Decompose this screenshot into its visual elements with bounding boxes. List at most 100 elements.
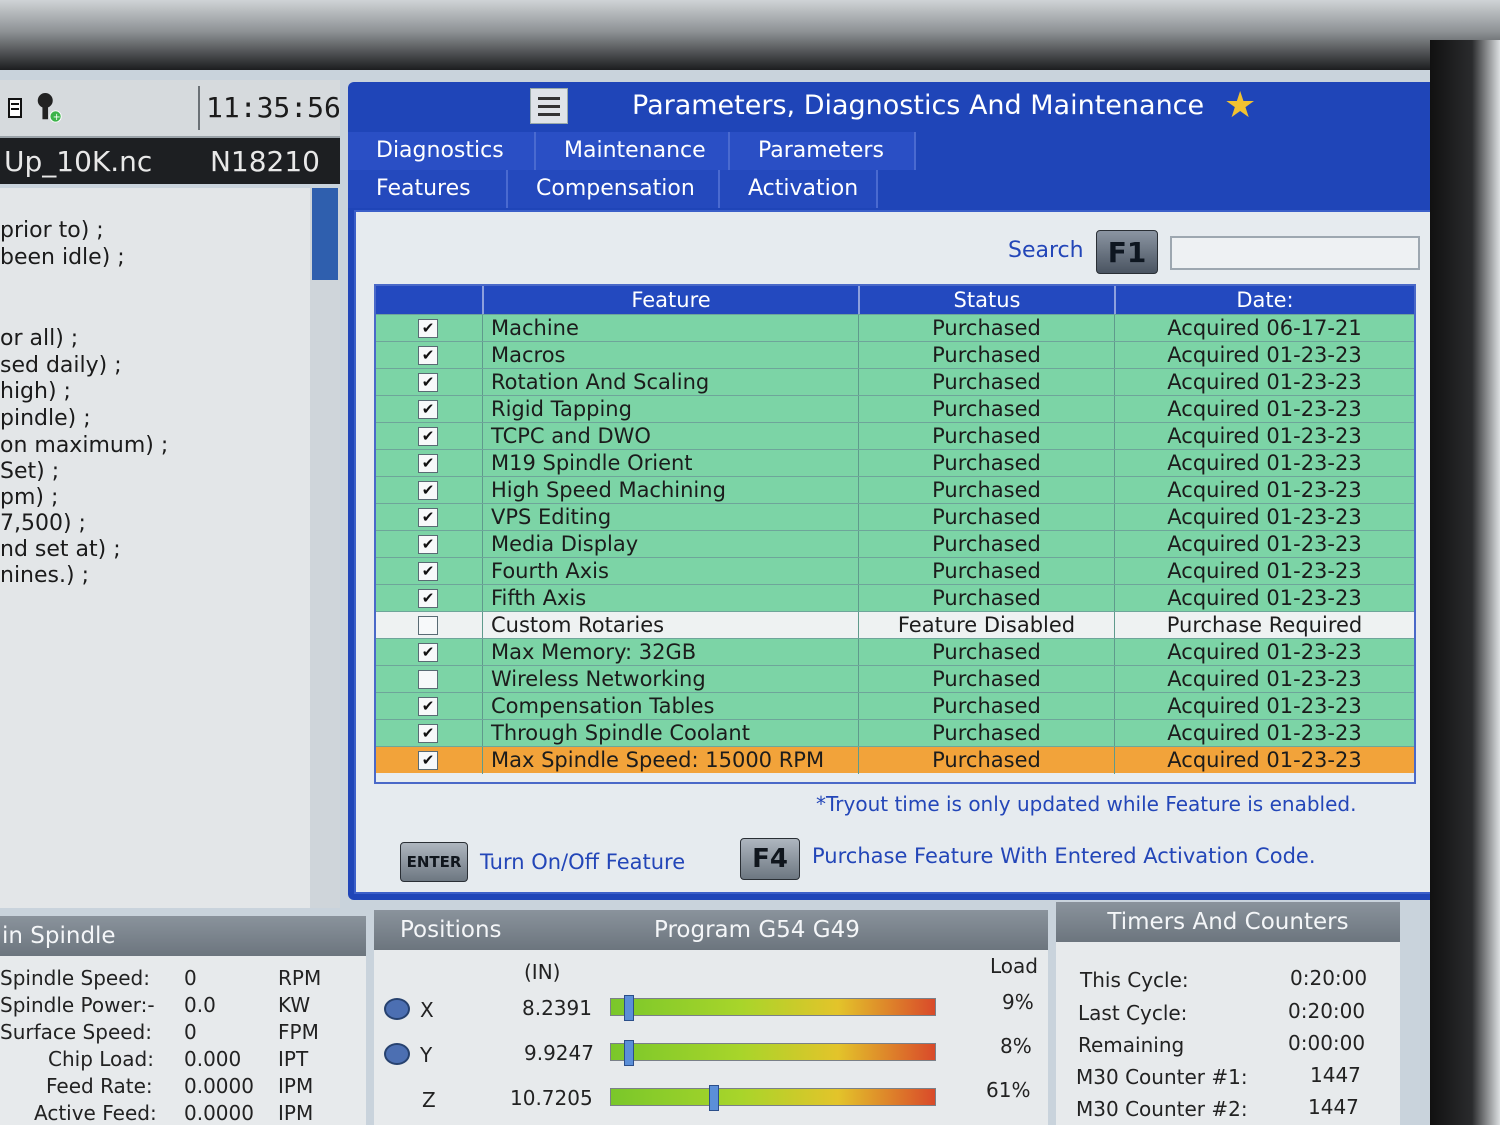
parameters-dialog: Parameters, Diagnostics And Maintenance … [348, 82, 1443, 900]
feature-status: Purchased [858, 585, 1114, 612]
feature-checkbox[interactable]: ✔ [418, 508, 438, 527]
feature-status: Purchased [858, 504, 1114, 531]
search-input[interactable] [1170, 236, 1420, 270]
feature-checkbox[interactable]: ✔ [418, 427, 438, 446]
table-row[interactable]: ✔ Machine Purchased Acquired 06-17-21 [376, 314, 1414, 342]
code-scrollbar[interactable] [310, 188, 340, 908]
menu-icon[interactable] [530, 88, 568, 124]
feature-name: Machine [482, 315, 858, 342]
this-cycle-label: This Cycle: [1080, 968, 1189, 992]
x-axis-load-bar [610, 995, 936, 1021]
y-axis-load-bar [610, 1040, 936, 1066]
feature-checkbox[interactable]: ✔ [418, 454, 438, 473]
program-bar: Up_10K.nc N18210 [0, 138, 340, 184]
table-row[interactable]: ✔ High Speed Machining Purchased Acquired 0… [376, 476, 1414, 504]
table-row[interactable]: ✔ Media Display Purchased Acquired 01-23-23 [376, 530, 1414, 558]
program-name: Up_10K.nc [4, 144, 153, 178]
program-code-panel[interactable]: prior to) ; been idle) ; or all) ; sed d… [0, 188, 340, 908]
header-check [376, 286, 482, 314]
z-axis-load-bar [610, 1085, 936, 1111]
header-date[interactable]: Date: [1114, 286, 1414, 314]
table-row[interactable]: Wireless Networking Purchased Acquired 01-… [376, 665, 1414, 693]
feature-name: Macros [482, 342, 858, 369]
feature-checkbox[interactable]: ✔ [418, 643, 438, 662]
status-bar: + 11:35:56 [0, 80, 341, 138]
feature-name: Compensation Tables [482, 693, 858, 720]
scroll-thumb[interactable] [312, 188, 338, 280]
header-feature[interactable]: Feature [482, 286, 858, 314]
feature-status: Purchased [858, 693, 1114, 720]
code-line: or all) ; [0, 326, 79, 351]
feed-rate-unit: IPM [278, 1074, 314, 1098]
document-icon[interactable] [0, 88, 30, 128]
spindle-panel-header: in Spindle [0, 916, 366, 956]
feature-checkbox[interactable]: ✔ [418, 319, 438, 338]
feature-status: Purchased [858, 720, 1114, 747]
tab-features[interactable]: Features [348, 170, 508, 208]
program-codes: Program G54 G49 [654, 917, 860, 943]
hand-jog-icon[interactable]: + [34, 88, 64, 128]
feature-checkbox[interactable] [418, 616, 438, 635]
f4-key-description: Purchase Feature With Entered Activation… [812, 844, 1316, 868]
table-row[interactable]: ✔ Macros Purchased Acquired 01-23-23 [376, 341, 1414, 369]
positions-panel-header: Positions Program G54 G49 [374, 910, 1048, 950]
feature-date: Acquired 01-23-23 [1114, 666, 1414, 693]
feed-rate-value: 0.0000 [184, 1074, 254, 1098]
star-icon[interactable]: ★ [1224, 88, 1256, 124]
feature-name: Wireless Networking [482, 666, 858, 693]
y-axis-load: 8% [1000, 1034, 1032, 1058]
feature-name: Fourth Axis [482, 558, 858, 585]
spindle-speed-value: 0 [184, 966, 197, 990]
feature-checkbox[interactable]: ✔ [418, 697, 438, 716]
feature-name: TCPC and DWO [482, 423, 858, 450]
feature-status: Purchased [858, 639, 1114, 666]
f4-key[interactable]: F4 [740, 838, 800, 880]
feature-status: Purchased [858, 342, 1114, 369]
code-line: pindle) ; [0, 406, 91, 431]
feature-name: VPS Editing [482, 504, 858, 531]
enter-key[interactable]: ENTER [400, 842, 468, 882]
feature-status: Purchased [858, 531, 1114, 558]
table-row[interactable]: ✔ Max Memory: 32GB Purchased Acquired 01-23… [376, 638, 1414, 666]
tab-compensation[interactable]: Compensation [508, 170, 720, 208]
feature-checkbox[interactable]: ✔ [418, 346, 438, 365]
feature-date: Acquired 01-23-23 [1114, 531, 1414, 558]
tab-maintenance[interactable]: Maintenance [536, 132, 730, 170]
feature-checkbox[interactable]: ✔ [418, 589, 438, 608]
table-row[interactable]: Custom Rotaries Feature Disabled Purchase … [376, 611, 1414, 639]
feature-checkbox[interactable]: ✔ [418, 535, 438, 554]
active-feed-label: Active Feed: [34, 1101, 157, 1125]
feature-checkbox[interactable] [418, 670, 438, 689]
feature-date: Acquired 01-23-23 [1114, 639, 1414, 666]
feature-checkbox[interactable]: ✔ [418, 562, 438, 581]
table-row[interactable]: ✔ Fifth Axis Purchased Acquired 01-23-23 [376, 584, 1414, 612]
feature-checkbox[interactable]: ✔ [418, 373, 438, 392]
unit-label: (IN) [524, 960, 561, 984]
feature-checkbox[interactable]: ✔ [418, 751, 438, 770]
table-row[interactable]: ✔ Rigid Tapping Purchased Acquired 01-23-23 [376, 395, 1414, 423]
table-row[interactable]: ✔ Compensation Tables Purchased Acquired 01… [376, 692, 1414, 720]
table-row[interactable]: ✔ Max Spindle Speed: 15000 RPM Purchased Ac… [376, 746, 1414, 774]
check-cell: ✔ [376, 639, 482, 666]
feature-date: Acquired 06-17-21 [1114, 315, 1414, 342]
header-status[interactable]: Status [858, 286, 1114, 314]
tab-diagnostics[interactable]: Diagnostics [348, 132, 536, 170]
feature-name: Fifth Axis [482, 585, 858, 612]
check-cell: ✔ [376, 369, 482, 396]
active-feed-unit: IPM [278, 1101, 314, 1125]
table-row[interactable]: ✔ Through Spindle Coolant Purchased Acquire… [376, 719, 1414, 747]
table-row[interactable]: ✔ Rotation And Scaling Purchased Acquired 0… [376, 368, 1414, 396]
tab-parameters[interactable]: Parameters [730, 132, 916, 170]
feature-status: Purchased [858, 396, 1114, 423]
feature-checkbox[interactable]: ✔ [418, 481, 438, 500]
tab-activation[interactable]: Activation [720, 170, 878, 208]
table-row[interactable]: ✔ M19 Spindle Orient Purchased Acquired 01-… [376, 449, 1414, 477]
feature-checkbox[interactable]: ✔ [418, 724, 438, 743]
feature-checkbox[interactable]: ✔ [418, 400, 438, 419]
check-cell: ✔ [376, 477, 482, 504]
table-row[interactable]: ✔ VPS Editing Purchased Acquired 01-23-23 [376, 503, 1414, 531]
f1-key[interactable]: F1 [1096, 230, 1158, 274]
table-row[interactable]: ✔ Fourth Axis Purchased Acquired 01-23-23 [376, 557, 1414, 585]
table-row[interactable]: ✔ TCPC and DWO Purchased Acquired 01-23-23 [376, 422, 1414, 450]
spindle-power-value: 0.0 [184, 993, 216, 1017]
